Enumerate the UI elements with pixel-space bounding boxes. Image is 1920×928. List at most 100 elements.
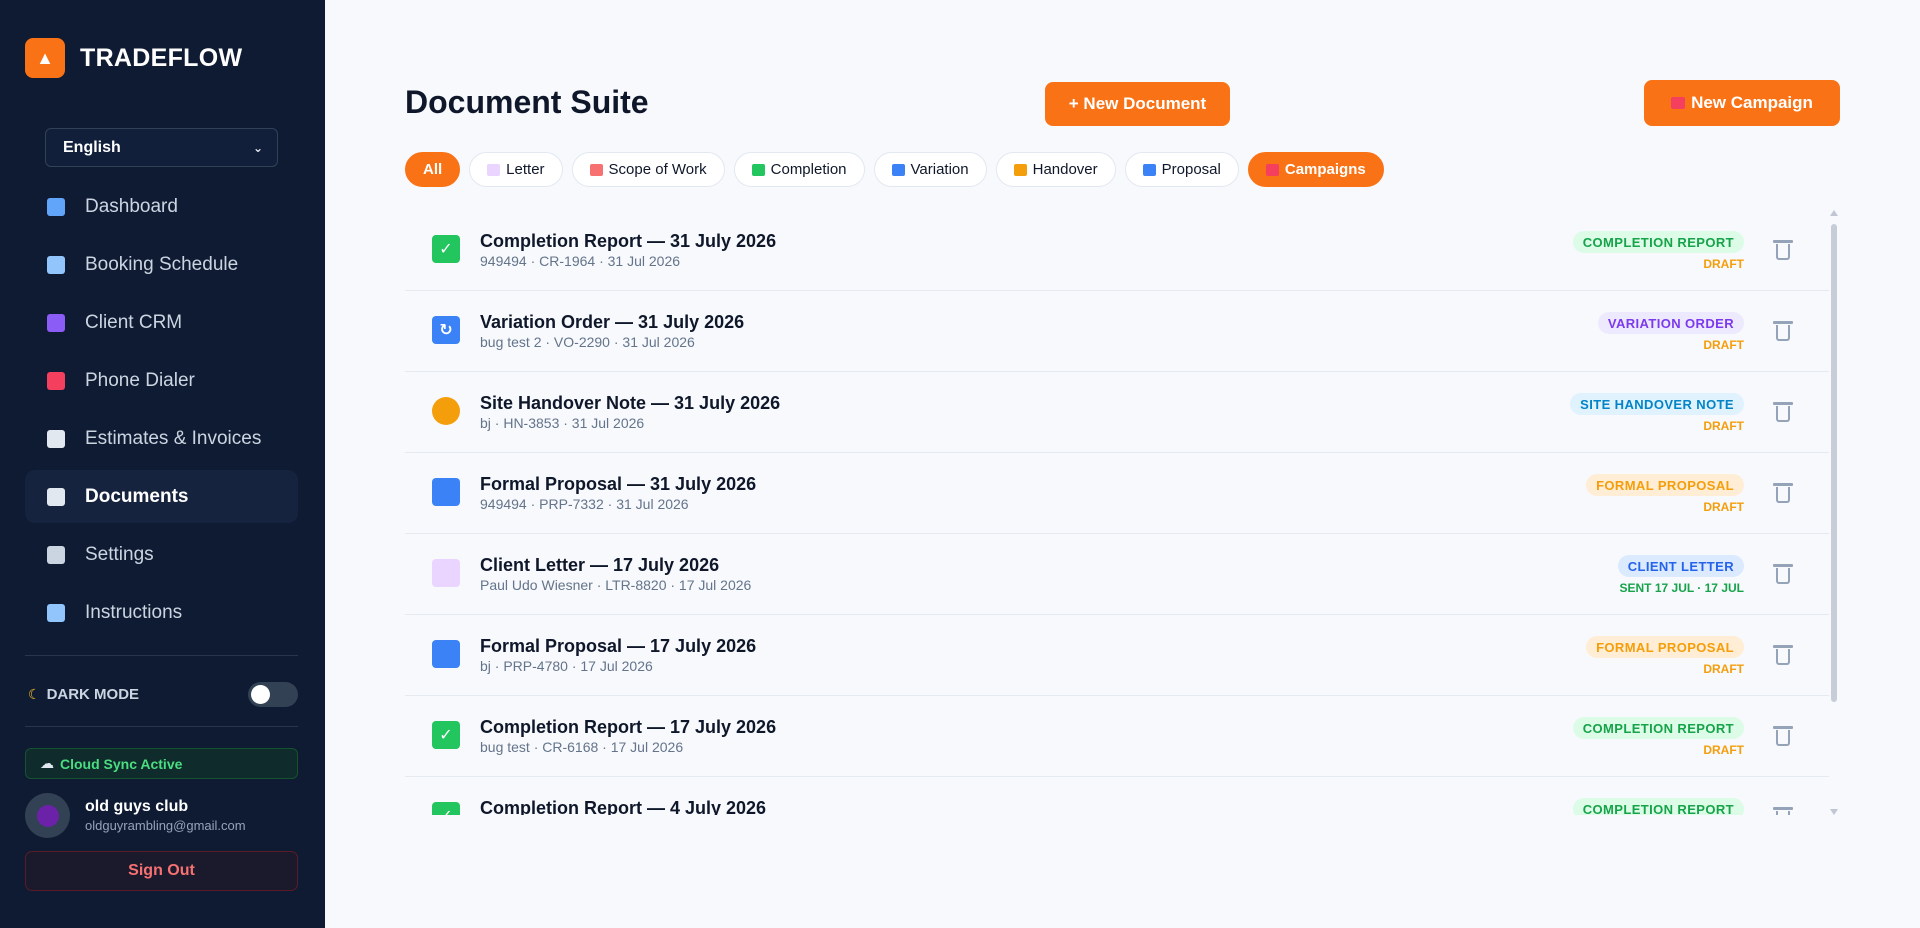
trash-icon[interactable] bbox=[1773, 645, 1793, 665]
handshake-icon bbox=[432, 397, 460, 425]
cloud-icon: ☁ bbox=[40, 755, 54, 771]
document-meta: 949494 · PRP-7332 · 31 Jul 2026 bbox=[480, 496, 689, 512]
document-type-badge: SITE HANDOVER NOTE bbox=[1570, 393, 1744, 415]
document-row[interactable]: Formal Proposal — 17 July 2026 bj · PRP-4… bbox=[405, 615, 1829, 696]
document-meta: bj · PRP-4780 · 17 Jul 2026 bbox=[480, 658, 653, 674]
document-status: DRAFT bbox=[1703, 338, 1744, 352]
refresh-icon bbox=[891, 163, 905, 176]
sidebar-item-client-crm[interactable]: Client CRM bbox=[25, 296, 298, 349]
trash-icon[interactable] bbox=[1773, 483, 1793, 503]
trash-icon[interactable] bbox=[1773, 402, 1793, 422]
document-title[interactable]: Completion Report — 4 July 2026 bbox=[480, 798, 766, 815]
scroll-up-arrow[interactable] bbox=[1830, 210, 1838, 216]
check-icon bbox=[751, 163, 765, 176]
user-name: old guys club bbox=[85, 798, 189, 815]
document-status: DRAFT bbox=[1703, 662, 1744, 676]
megaphone-icon bbox=[1671, 97, 1686, 109]
sign-out-button[interactable]: Sign Out bbox=[25, 851, 298, 891]
filter-chip-all[interactable]: All bbox=[405, 152, 461, 187]
document-status: DRAFT bbox=[1703, 743, 1744, 757]
document-row[interactable]: Site Handover Note — 31 July 2026 bj · HN… bbox=[405, 372, 1829, 453]
filter-chip-handover[interactable]: Handover bbox=[995, 152, 1116, 187]
document-type-badge: VARIATION ORDER bbox=[1597, 312, 1744, 334]
document-icon bbox=[47, 487, 65, 506]
sidebar-nav: Dashboard Booking Schedule Client CRM Phone… bbox=[25, 180, 298, 644]
sidebar-item-dashboard[interactable]: Dashboard bbox=[25, 180, 298, 233]
filter-chip-label: Variation bbox=[910, 161, 969, 178]
envelope-icon bbox=[432, 559, 460, 587]
document-meta: Paul Udo Wiesner · LTR-8820 · 17 Jul 202… bbox=[480, 577, 752, 593]
filter-chip-label: All bbox=[423, 161, 443, 178]
calendar-icon bbox=[47, 255, 65, 274]
filter-chip-completion[interactable]: Completion bbox=[733, 152, 865, 187]
sidebar-item-label: Dashboard bbox=[85, 195, 178, 217]
sidebar-item-booking-schedule[interactable]: Booking Schedule bbox=[25, 238, 298, 291]
chart-icon bbox=[432, 478, 460, 506]
sidebar-item-documents[interactable]: Documents bbox=[25, 470, 298, 523]
chart-icon bbox=[432, 640, 460, 668]
document-row[interactable]: ✓ Completion Report — 31 July 2026 949494 … bbox=[405, 210, 1829, 291]
document-meta: bj · HN-3853 · 31 Jul 2026 bbox=[480, 415, 645, 431]
document-row[interactable]: ✓ Completion Report — 17 July 2026 bug tes… bbox=[405, 696, 1829, 777]
clipboard-icon bbox=[589, 163, 603, 176]
document-meta: bug test · CR-6168 · 17 Jul 2026 bbox=[480, 739, 684, 755]
sidebar-item-label: Estimates & Invoices bbox=[85, 427, 262, 449]
filter-chip-proposal[interactable]: Proposal bbox=[1124, 152, 1239, 187]
document-row[interactable]: ↻ Variation Order — 31 July 2026 bug test … bbox=[405, 291, 1829, 372]
document-title[interactable]: Variation Order — 31 July 2026 bbox=[480, 312, 744, 333]
file-icon bbox=[47, 429, 65, 448]
sidebar: ▲ TRADEFLOW English ⌄ Dashboard Booking S… bbox=[0, 0, 325, 928]
filter-chip-label: Completion bbox=[770, 161, 847, 178]
flame-icon: ▲ bbox=[25, 38, 65, 78]
trash-icon[interactable] bbox=[1773, 807, 1793, 815]
trash-icon[interactable] bbox=[1773, 240, 1793, 260]
new-document-button[interactable]: + New Document bbox=[1045, 82, 1230, 126]
moon-icon: ☾ bbox=[28, 685, 41, 702]
document-row[interactable]: Formal Proposal — 31 July 2026 949494 · P… bbox=[405, 453, 1829, 534]
document-title[interactable]: Completion Report — 17 July 2026 bbox=[480, 717, 776, 738]
scroll-down-arrow[interactable] bbox=[1830, 809, 1838, 815]
divider bbox=[25, 655, 298, 656]
filter-chips: All Letter Scope of Work Completion Variatio… bbox=[405, 152, 1384, 187]
sidebar-item-settings[interactable]: Settings bbox=[25, 528, 298, 581]
check-icon: ✓ bbox=[432, 802, 460, 815]
document-title[interactable]: Client Letter — 17 July 2026 bbox=[480, 555, 719, 576]
document-list: ✓ Completion Report — 31 July 2026 949494 … bbox=[405, 210, 1829, 815]
filter-chip-variation[interactable]: Variation bbox=[873, 152, 987, 187]
document-row[interactable]: Client Letter — 17 July 2026 Paul Udo Wie… bbox=[405, 534, 1829, 615]
trash-icon[interactable] bbox=[1773, 321, 1793, 341]
document-meta: 949494 · CR-1964 · 31 Jul 2026 bbox=[480, 253, 681, 269]
user-profile[interactable]: old guys club oldguyrambling@gmail.com bbox=[25, 793, 246, 838]
dark-mode-toggle[interactable] bbox=[248, 681, 298, 707]
brand[interactable]: ▲ TRADEFLOW bbox=[25, 38, 242, 78]
megaphone-icon bbox=[1265, 163, 1279, 176]
sync-label: Cloud Sync Active bbox=[60, 755, 183, 772]
sidebar-item-instructions[interactable]: Instructions bbox=[25, 586, 298, 639]
document-title[interactable]: Formal Proposal — 31 July 2026 bbox=[480, 474, 756, 495]
page-title: Document Suite bbox=[405, 84, 649, 120]
document-title[interactable]: Formal Proposal — 17 July 2026 bbox=[480, 636, 756, 657]
document-type-badge: COMPLETION REPORT bbox=[1572, 231, 1744, 253]
new-campaign-label: New Campaign bbox=[1691, 93, 1813, 112]
new-campaign-button[interactable]: New Campaign bbox=[1644, 80, 1840, 126]
sidebar-item-phone-dialer[interactable]: Phone Dialer bbox=[25, 354, 298, 407]
toggle-knob bbox=[251, 684, 270, 704]
trash-icon[interactable] bbox=[1773, 726, 1793, 746]
filter-chip-label: Letter bbox=[506, 161, 545, 178]
document-row[interactable]: ✓ Completion Report — 4 July 2026 COMPLETI… bbox=[405, 777, 1829, 815]
trash-icon[interactable] bbox=[1773, 564, 1793, 584]
dark-mode-row: ☾ DARK MODE bbox=[28, 681, 298, 707]
scroll-thumb[interactable] bbox=[1831, 224, 1837, 702]
phone-icon bbox=[47, 371, 65, 390]
refresh-icon: ↻ bbox=[432, 316, 460, 344]
sidebar-item-label: Booking Schedule bbox=[85, 253, 239, 275]
document-title[interactable]: Site Handover Note — 31 July 2026 bbox=[480, 393, 780, 414]
scrollbar[interactable] bbox=[1829, 210, 1839, 815]
language-select[interactable]: English ⌄ bbox=[45, 128, 278, 167]
filter-chip-campaigns[interactable]: Campaigns bbox=[1247, 152, 1384, 187]
avatar bbox=[25, 793, 70, 838]
filter-chip-letter[interactable]: Letter bbox=[469, 152, 563, 187]
sidebar-item-estimates-invoices[interactable]: Estimates & Invoices bbox=[25, 412, 298, 465]
document-title[interactable]: Completion Report — 31 July 2026 bbox=[480, 231, 776, 252]
filter-chip-scope-of-work[interactable]: Scope of Work bbox=[571, 152, 725, 187]
